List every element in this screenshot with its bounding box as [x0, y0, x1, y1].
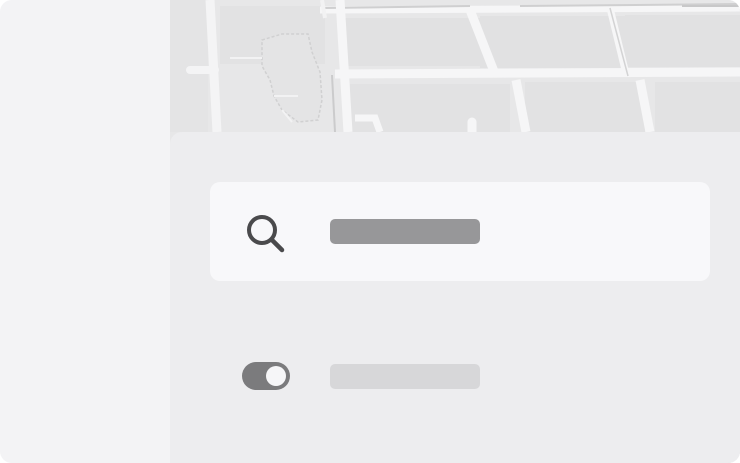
toggle-label-text [330, 364, 331, 365]
search-icon [242, 210, 288, 256]
search-placeholder [330, 219, 480, 244]
bottom-panel [170, 132, 740, 463]
sidebar [0, 0, 170, 463]
search-placeholder-text [330, 219, 331, 220]
toggle-knob [266, 366, 286, 386]
toggle-switch[interactable] [242, 362, 290, 390]
toggle-label [330, 364, 480, 389]
app-frame [0, 0, 740, 463]
search-box[interactable] [210, 182, 710, 281]
